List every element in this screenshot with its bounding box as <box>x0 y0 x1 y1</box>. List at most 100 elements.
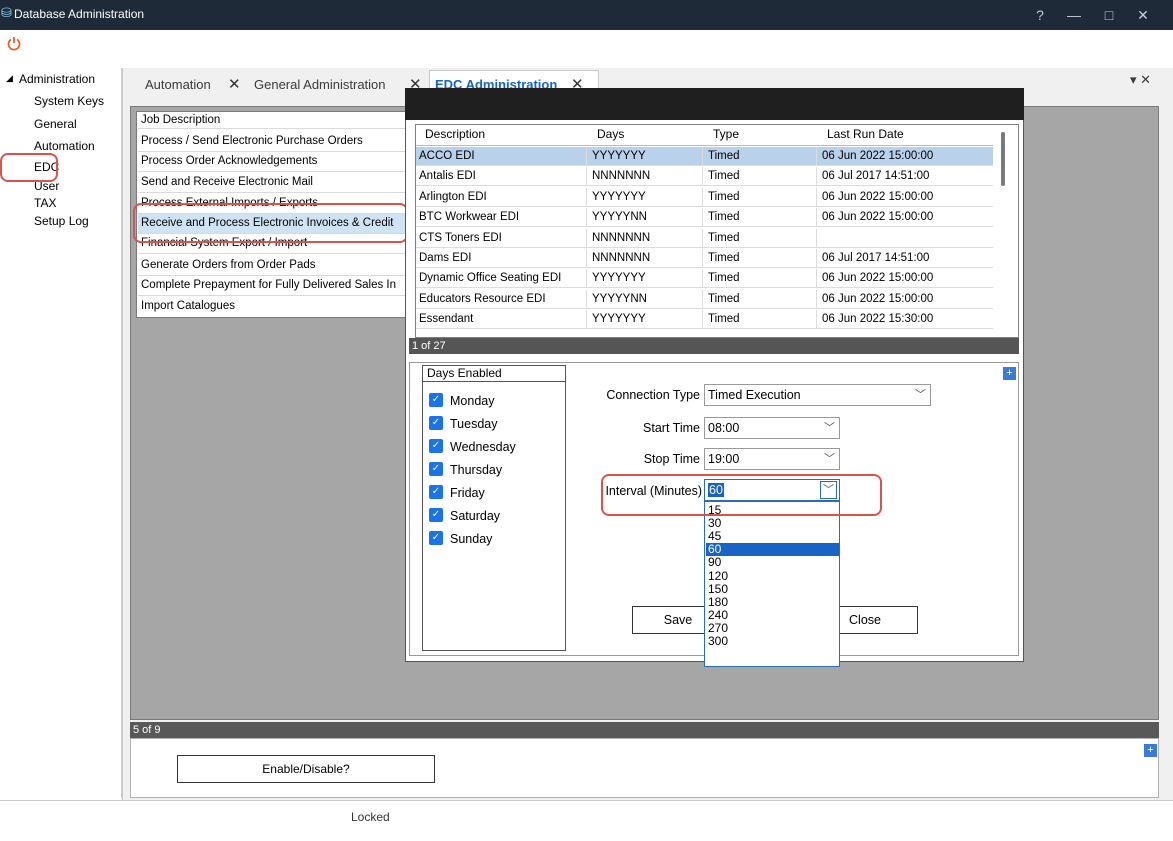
grid-cell-days: NNNNNNN <box>592 231 651 244</box>
grid-scrollbar[interactable] <box>1001 132 1005 186</box>
stop-time-value: 19:00 <box>708 452 740 466</box>
tab-automation[interactable]: Automation <box>145 77 211 92</box>
checkbox-sunday[interactable]: ✓ <box>429 531 443 545</box>
interval-option[interactable]: 120 <box>706 569 839 583</box>
grid-column-divider <box>816 167 817 187</box>
grid-header-last-run[interactable]: Last Run Date <box>827 127 904 141</box>
grid-count-status: 1 of 27 <box>409 338 1019 354</box>
days-enabled-title: Days Enabled <box>422 365 566 382</box>
grid-cell-description: Essendant <box>419 313 474 326</box>
grid-cell-days: NNNNNNN <box>592 252 651 264</box>
grid-cell-description: CTS Toners EDI <box>419 231 502 244</box>
grid-header-days[interactable]: Days <box>597 127 624 141</box>
start-time-select[interactable]: 08:00 ﹀ <box>704 417 840 439</box>
locked-status: Locked <box>351 810 390 824</box>
grid-cell-type: Timed <box>708 211 740 224</box>
connection-type-value: Timed Execution <box>708 388 801 402</box>
close-window-button[interactable]: ✕ <box>1132 5 1154 25</box>
database-icon: ⛁ <box>1 5 12 20</box>
grid-row[interactable]: BTC Workwear EDI YYYYYNN Timed 06 Jun 2022 … <box>416 208 993 228</box>
grid-column-divider <box>702 208 703 228</box>
grid-column-divider <box>702 269 703 289</box>
power-icon[interactable] <box>6 36 22 52</box>
checkbox-tuesday[interactable]: ✓ <box>429 416 443 430</box>
grid-header-type[interactable]: Type <box>713 127 739 141</box>
collapse-arrow-icon[interactable]: ◢ <box>6 73 13 84</box>
table-row[interactable]: Process Order Acknowledgements <box>138 152 412 172</box>
grid-header-divider <box>416 145 993 146</box>
expand-plus-icon[interactable]: + <box>1144 744 1157 757</box>
grid-cell-description: Educators Resource EDI <box>419 292 546 305</box>
interval-option[interactable]: 60 <box>706 543 839 557</box>
grid-column-divider <box>702 289 703 309</box>
minimize-button[interactable]: — <box>1063 5 1085 25</box>
interval-option[interactable]: 150 <box>706 582 839 596</box>
grid-cell-days: NNNNNNN <box>592 170 651 183</box>
tab-automation-close-icon[interactable]: ✕ <box>228 75 241 93</box>
table-row[interactable]: Send and Receive Electronic Mail <box>138 173 412 193</box>
connection-type-select[interactable]: Timed Execution ﹀ <box>704 384 931 406</box>
grid-row[interactable]: Essendant YYYYYYY Timed 06 Jun 2022 15:30:0… <box>416 310 993 330</box>
grid-row[interactable]: Dynamic Office Seating EDI YYYYYYY Timed 06… <box>416 269 993 289</box>
grid-row[interactable]: Educators Resource EDI YYYYYNN Timed 06 Jun… <box>416 289 993 309</box>
sidebar-item-setup-log[interactable]: Setup Log <box>34 214 89 228</box>
tab-general-administration[interactable]: General Administration <box>254 77 386 92</box>
grid-cell-type: Timed <box>708 231 740 244</box>
grid-column-divider <box>586 167 587 187</box>
stop-time-select[interactable]: 19:00 ﹀ <box>704 448 840 470</box>
checkbox-monday[interactable]: ✓ <box>429 393 443 407</box>
grid-cell-type: Timed <box>708 190 740 203</box>
grid-cell-description: Dams EDI <box>419 252 472 264</box>
checkbox-thursday[interactable]: ✓ <box>429 462 443 476</box>
table-row[interactable]: Process / Send Electronic Purchase Order… <box>138 132 412 152</box>
day-label-monday: Monday <box>450 394 495 408</box>
dialog-plus-icon[interactable]: + <box>1003 367 1016 380</box>
help-button[interactable]: ? <box>1029 5 1051 25</box>
grid-column-divider <box>586 289 587 309</box>
status-bar <box>0 800 1173 833</box>
grid-column-divider <box>702 147 703 166</box>
checkbox-wednesday[interactable]: ✓ <box>429 439 443 453</box>
grid-cell-days: YYYYYYY <box>592 150 646 162</box>
grid-column-divider <box>586 310 587 330</box>
sidebar-item-tax[interactable]: TAX <box>34 196 56 210</box>
grid-cell-last-run: 06 Jun 2022 15:00:00 <box>822 272 934 285</box>
sidebar-root-administration[interactable]: Administration <box>19 72 95 86</box>
grid-row[interactable]: Antalis EDI NNNNNNN Timed 06 Jul 2017 14:51… <box>416 167 993 187</box>
table-row[interactable]: Import Catalogues <box>138 297 412 317</box>
checkbox-friday[interactable]: ✓ <box>429 485 443 499</box>
interval-option[interactable]: 270 <box>706 621 839 635</box>
sidebar-item-general[interactable]: General <box>34 117 77 131</box>
interval-option[interactable]: 240 <box>706 608 839 622</box>
table-row[interactable]: Generate Orders from Order Pads <box>138 256 412 276</box>
job-table-header: Job Description <box>138 112 412 129</box>
maximize-button[interactable]: □ <box>1098 5 1120 25</box>
grid-row[interactable]: Dams EDI NNNNNNN Timed 06 Jul 2017 14:51:00 <box>416 249 993 268</box>
grid-cell-days: YYYYYYY <box>592 272 646 285</box>
grid-column-divider <box>816 249 817 268</box>
connection-type-label: Connection Type <box>606 388 700 402</box>
grid-cell-last-run: 06 Jun 2022 15:00:00 <box>822 190 934 203</box>
grid-cell-last-run: 06 Jun 2022 15:00:00 <box>822 211 934 224</box>
title-bar: ⛁ Database Administration ? — □ ✕ <box>0 0 1173 30</box>
grid-column-divider <box>586 228 587 248</box>
sidebar-item-system-keys[interactable]: System Keys <box>34 94 104 108</box>
grid-cell-last-run: 06 Jun 2022 15:30:00 <box>822 313 934 326</box>
grid-cell-last-run: 06 Jun 2022 15:00:00 <box>822 292 934 305</box>
checkbox-saturday[interactable]: ✓ <box>429 508 443 522</box>
sidebar-item-automation[interactable]: Automation <box>34 139 95 153</box>
grid-row[interactable]: CTS Toners EDI NNNNNNN Timed <box>416 228 993 248</box>
grid-column-divider <box>816 228 817 248</box>
interval-option[interactable]: 90 <box>706 556 839 569</box>
grid-cell-description: Dynamic Office Seating EDI <box>419 272 562 285</box>
grid-header-description[interactable]: Description <box>425 127 485 141</box>
interval-option[interactable]: 300 <box>706 635 839 648</box>
interval-option[interactable]: 45 <box>706 530 839 543</box>
table-row[interactable]: Complete Prepayment for Fully Delivered … <box>138 276 412 296</box>
interval-option[interactable]: 30 <box>706 517 839 530</box>
interval-option[interactable]: 180 <box>706 595 839 609</box>
tab-controls[interactable]: ▾ ✕ <box>1130 72 1151 88</box>
grid-row[interactable]: Arlington EDI YYYYYYY Timed 06 Jun 2022 15:… <box>416 187 993 207</box>
grid-row-selected[interactable]: ACCO EDI YYYYYYY Timed 06 Jun 2022 15:00:00 <box>416 147 993 166</box>
enable-disable-button[interactable]: Enable/Disable? <box>177 755 435 783</box>
